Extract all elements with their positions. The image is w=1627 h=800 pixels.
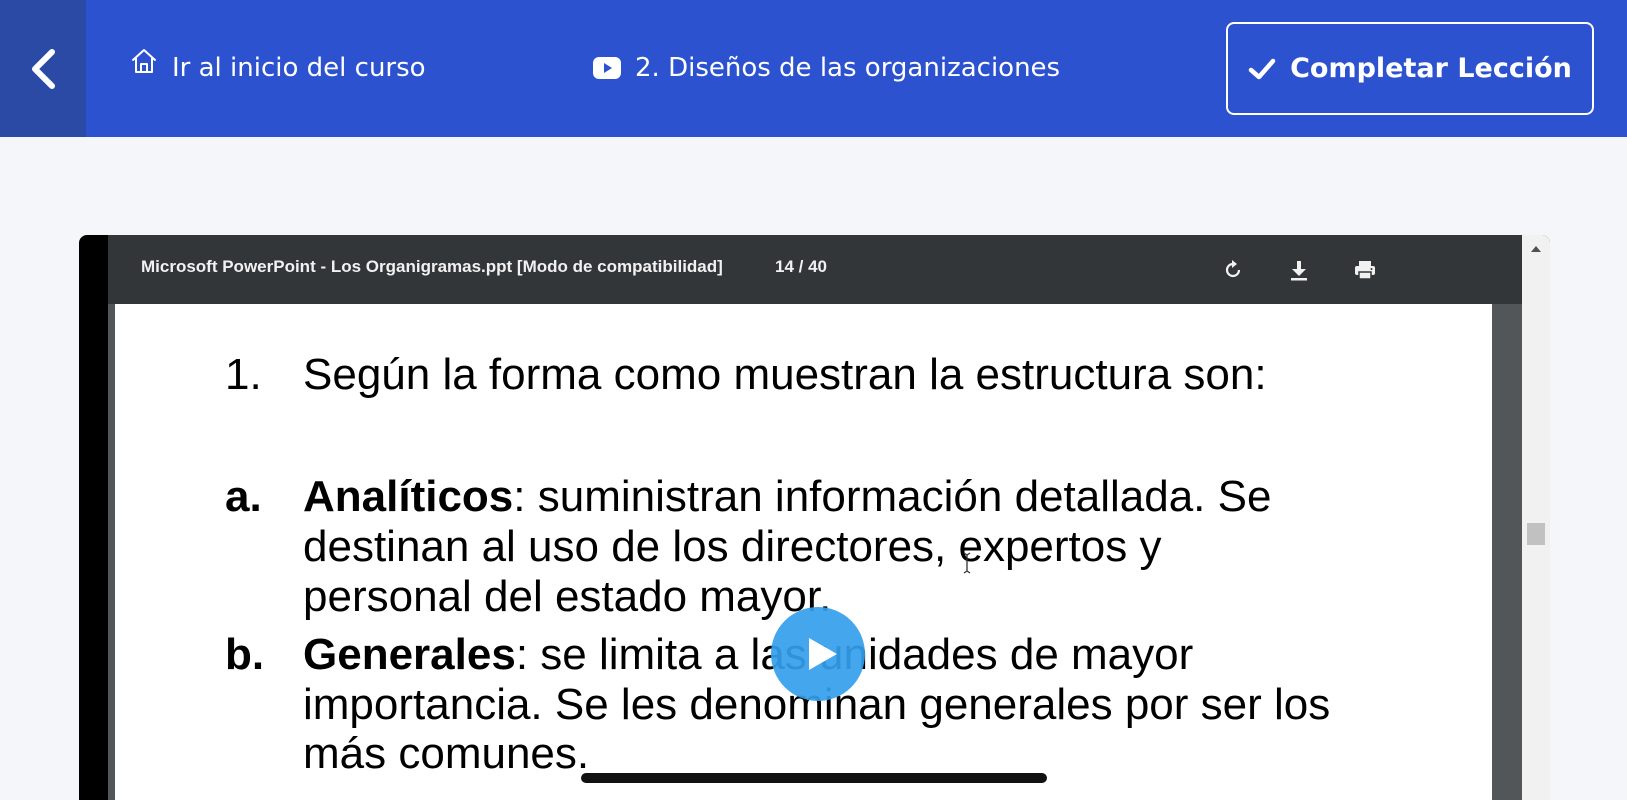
- home-icon: [130, 47, 158, 75]
- slide-item-marker: b.: [225, 630, 265, 679]
- home-link-label: Ir al inicio del curso: [172, 53, 426, 83]
- home-indicator[interactable]: [581, 773, 1047, 783]
- complete-lesson-button[interactable]: Completar Lección: [1226, 22, 1594, 115]
- chevron-left-icon: [32, 48, 55, 89]
- slide-item-line: más comunes.: [303, 729, 590, 778]
- pdf-title: Microsoft PowerPoint - Los Organigramas.…: [141, 257, 723, 276]
- home-link[interactable]: Ir al inicio del curso: [130, 44, 426, 92]
- lesson-title-text: 2. Diseños de las organizaciones: [635, 53, 1061, 83]
- text-cursor-icon: [963, 552, 971, 574]
- slide-item-line: personal del estado mayor.: [303, 572, 832, 621]
- checkmark-icon: [1248, 57, 1276, 81]
- slide-item-term: Generales: [303, 630, 516, 679]
- back-button[interactable]: [0, 0, 86, 137]
- download-icon: [1291, 261, 1307, 281]
- scroll-thumb[interactable]: [1527, 523, 1545, 545]
- print-icon: [1355, 261, 1375, 280]
- slide-item-line: Generales: se limita a las unidades de m…: [303, 630, 1193, 680]
- scroll-up-arrow[interactable]: [1522, 235, 1550, 263]
- slide-heading: Según la forma como muestran la estructu…: [303, 350, 1267, 399]
- play-button[interactable]: [771, 607, 865, 701]
- slide-item-line: destinan al uso de los directores, exper…: [303, 522, 1162, 571]
- rotate-icon: [1225, 260, 1241, 278]
- triangle-up-icon: [1531, 246, 1541, 252]
- youtube-play-icon: [593, 57, 621, 79]
- pdf-scrollbar[interactable]: [1522, 235, 1550, 800]
- slide-item-text: : suministran información detallada. Se: [513, 472, 1272, 521]
- rotate-button[interactable]: [1218, 255, 1248, 285]
- pdf-page-indicator: 14 / 40: [775, 257, 827, 276]
- slide-item-marker: a.: [225, 472, 262, 521]
- pdf-toolbar: Microsoft PowerPoint - Los Organigramas.…: [108, 235, 1522, 304]
- top-navigation-bar: Ir al inicio del curso 2. Diseños de las…: [0, 0, 1627, 137]
- slide-item-line: Analíticos: suministran información deta…: [303, 472, 1271, 522]
- play-icon: [809, 638, 837, 670]
- lesson-title: 2. Diseños de las organizaciones: [593, 44, 1060, 92]
- slide-heading-number: 1.: [225, 350, 262, 399]
- slide-item-term: Analíticos: [303, 472, 514, 521]
- complete-lesson-label: Completar Lección: [1290, 53, 1572, 84]
- print-button[interactable]: [1350, 255, 1380, 285]
- download-button[interactable]: [1284, 255, 1314, 285]
